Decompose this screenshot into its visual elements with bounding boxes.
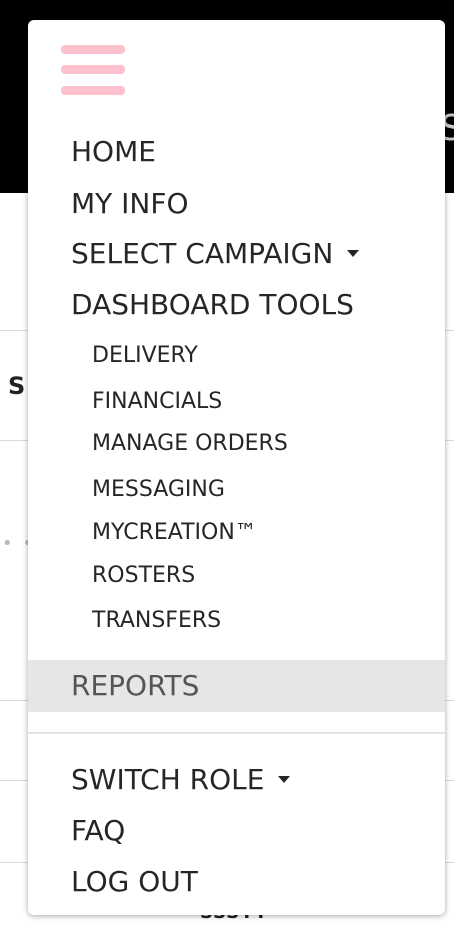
menu-item-home[interactable]: HOME [71, 135, 156, 169]
submenu-item-manage-orders[interactable]: MANAGE ORDERS [92, 430, 288, 458]
menu-item-dashboard-tools[interactable]: DASHBOARD TOOLS [71, 288, 354, 322]
hamburger-bar [61, 45, 125, 54]
submenu-item-messaging[interactable]: MESSAGING [92, 476, 225, 504]
menu-item-label: REPORTS [71, 669, 200, 702]
content-text-fragment: S [8, 372, 26, 400]
menu-item-switch-role[interactable]: SWITCH ROLE [71, 763, 291, 797]
hamburger-bar [61, 65, 125, 74]
submenu-item-delivery[interactable]: DELIVERY [92, 342, 198, 370]
hamburger-icon[interactable] [61, 45, 125, 95]
menu-item-faq[interactable]: FAQ [71, 814, 125, 848]
menu-item-select-campaign[interactable]: SELECT CAMPAIGN [71, 237, 360, 271]
menu-item-reports[interactable]: REPORTS [28, 660, 445, 712]
menu-item-my-info[interactable]: MY INFO [71, 187, 189, 221]
navigation-menu: HOME MY INFO SELECT CAMPAIGN DASHBOARD T… [28, 20, 445, 915]
submenu-item-transfers[interactable]: TRANSFERS [92, 607, 221, 635]
caret-down-icon [278, 775, 291, 783]
menu-item-label: SWITCH ROLE [71, 763, 265, 796]
submenu-item-mycreation[interactable]: MYCREATION™ [92, 519, 257, 547]
menu-item-label: SELECT CAMPAIGN [71, 237, 334, 270]
submenu-item-rosters[interactable]: ROSTERS [92, 562, 195, 590]
hamburger-bar [61, 86, 125, 95]
menu-divider [28, 732, 445, 734]
caret-down-icon [347, 249, 360, 257]
menu-item-log-out[interactable]: LOG OUT [71, 865, 198, 899]
submenu-item-financials[interactable]: FINANCIALS [92, 388, 222, 416]
